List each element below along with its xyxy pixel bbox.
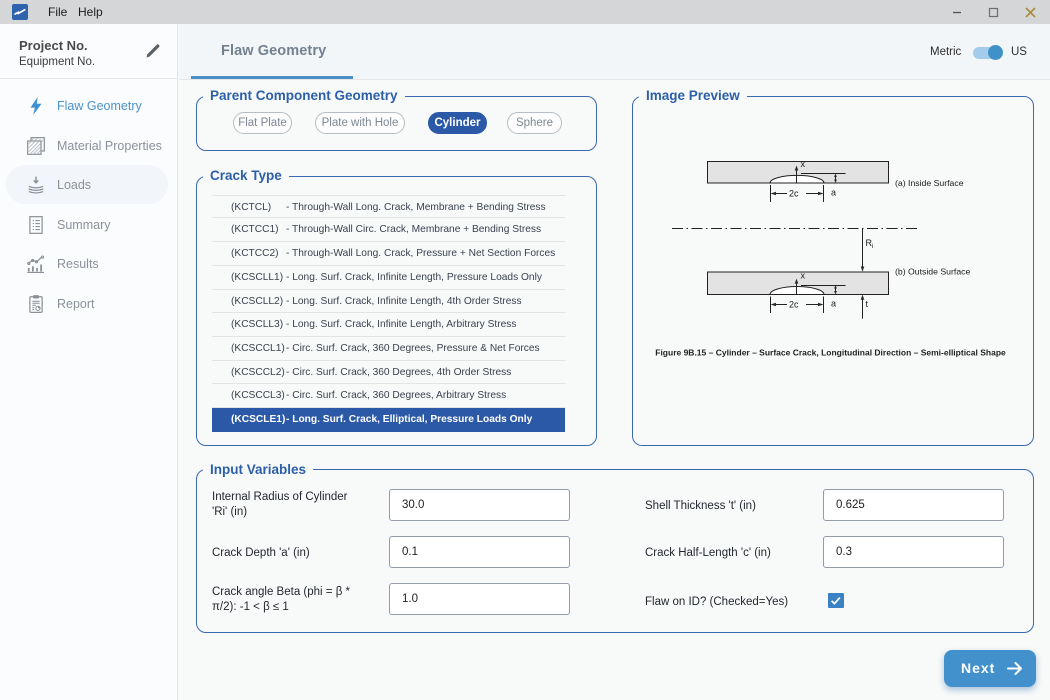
svg-text:x: x bbox=[801, 159, 806, 169]
svg-text:2c: 2c bbox=[789, 300, 799, 310]
svg-text:a: a bbox=[831, 188, 836, 198]
svg-text:(b) Outside Surface: (b) Outside Surface bbox=[895, 267, 970, 277]
svg-text:Ri: Ri bbox=[866, 238, 874, 250]
svg-text:t: t bbox=[866, 299, 869, 309]
svg-text:2c: 2c bbox=[789, 189, 799, 199]
svg-text:x: x bbox=[801, 271, 806, 281]
svg-text:Figure 9B.15 – Cylinder – Surf: Figure 9B.15 – Cylinder – Surface Crack,… bbox=[655, 348, 1006, 358]
svg-text:(a) Inside Surface: (a) Inside Surface bbox=[895, 178, 964, 188]
svg-text:a: a bbox=[831, 299, 836, 309]
